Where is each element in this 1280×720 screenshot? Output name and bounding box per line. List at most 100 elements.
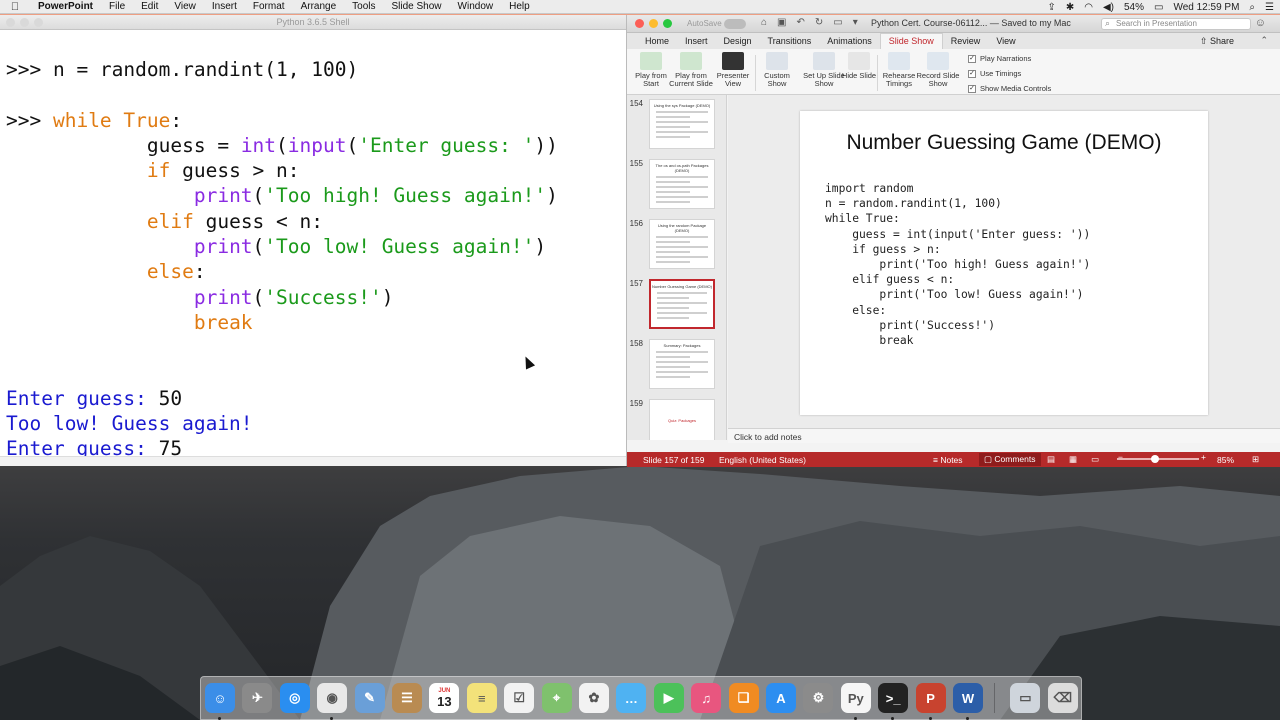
presenter-view-button[interactable]: Presenter View (711, 52, 755, 88)
menu-app-name[interactable]: PowerPoint (30, 1, 101, 12)
slide-thumbnails-pane[interactable]: 154 Using the sys Package (DEMO) 155 The os… (627, 95, 727, 440)
ibooks-icon[interactable]: ❏ (728, 683, 759, 713)
spotlight-icon[interactable]: ⌕ (1249, 2, 1255, 13)
zoom-slider-handle[interactable] (1150, 455, 1159, 463)
show-media-controls-checkbox[interactable]: ✓ Show Media Controls (968, 84, 1051, 93)
language-indicator[interactable]: English (United States) (719, 455, 806, 465)
notification-center-icon[interactable]: ☰ (1265, 2, 1274, 13)
fit-to-window-icon[interactable]: ⊞ (1252, 454, 1259, 465)
search-input[interactable]: Search in Presentation (1101, 18, 1251, 30)
notes-button[interactable]: ≡ Notes (933, 455, 963, 465)
play-from-start-button[interactable]: Play from Start (629, 52, 673, 88)
record-slide-show-button[interactable]: Record Slide Show (916, 52, 960, 88)
tab-design[interactable]: Design (716, 34, 760, 49)
normal-view-icon[interactable]: ▤ (1047, 454, 1055, 465)
slide-thumbnail-row[interactable]: 159 Quiz: Packages (627, 399, 726, 440)
tab-review[interactable]: Review (943, 34, 989, 49)
launchpad-icon[interactable]: ✈ (242, 683, 273, 713)
slide-sorter-icon[interactable]: ▦ (1069, 454, 1077, 465)
menu-arrange[interactable]: Arrange (293, 1, 345, 12)
reminders-icon[interactable]: ☑ (504, 683, 535, 713)
notes-pane[interactable]: Click to add notes (728, 428, 1280, 443)
custom-show-button[interactable]: Custom Show (755, 52, 799, 88)
feedback-smiley-icon[interactable]: ☺ (1255, 17, 1266, 29)
slide-editing-area[interactable]: Number Guessing Game (DEMO) import rando… (728, 95, 1280, 428)
save-icon[interactable]: ▣ (777, 17, 786, 28)
slide-thumbnail[interactable]: Using the random Package (DEMO) (649, 219, 715, 269)
battery-percent[interactable]: 54% (1124, 2, 1144, 13)
facetime-icon[interactable]: ▶ (653, 683, 684, 713)
rehearse-timings-button[interactable]: Rehearse Timings (877, 52, 921, 88)
system-preferences-icon[interactable]: ⚙ (803, 683, 834, 713)
menu-format[interactable]: Format (245, 1, 293, 12)
word-icon[interactable]: W (953, 683, 983, 713)
photos-icon[interactable]: ✿ (579, 683, 609, 713)
redo-icon[interactable]: ↻ (815, 17, 823, 28)
reading-view-icon[interactable]: ▭ (1091, 454, 1099, 465)
tab-transitions[interactable]: Transitions (760, 34, 820, 49)
shell-horizontal-scrollbar[interactable] (0, 456, 626, 466)
app-store-icon[interactable]: A (766, 683, 796, 713)
tab-animations[interactable]: Animations (819, 34, 880, 49)
preview-icon[interactable]: ✎ (354, 683, 385, 713)
current-slide[interactable]: Number Guessing Game (DEMO) import rando… (800, 111, 1208, 415)
safari-icon[interactable]: ◎ (279, 683, 310, 713)
undo-icon[interactable]: ↶ (797, 17, 805, 28)
zoom-percent[interactable]: 85% (1217, 455, 1234, 465)
slide-thumbnail-row[interactable]: 154 Using the sys Package (DEMO) (627, 99, 726, 151)
customize-icon[interactable]: ▾ (853, 17, 858, 28)
play-narrations-checkbox[interactable]: ✓ Play Narrations (968, 54, 1031, 63)
minimize-icon[interactable] (649, 19, 658, 28)
wifi-icon[interactable]: ◠ (1084, 2, 1093, 13)
slide-thumbnail-row[interactable]: 157 Number Guessing Game (DEMO) (627, 279, 726, 331)
share-button[interactable]: ⇧ Share (1200, 36, 1234, 47)
home-icon[interactable]: ⌂ (761, 17, 767, 28)
zoom-icon[interactable] (663, 19, 672, 28)
zoom-out-button[interactable]: − (1118, 452, 1123, 462)
battery-icon[interactable]: ▭ (1154, 2, 1163, 13)
powerpoint-icon[interactable]: P (915, 683, 946, 713)
notes-icon[interactable]: ≡ (466, 683, 497, 713)
slide-thumbnail[interactable]: Summary: Packages (649, 339, 715, 389)
bluetooth-icon[interactable]: ✱ (1066, 2, 1074, 13)
menu-clock[interactable]: Wed 12:59 PM (1173, 2, 1239, 13)
tab-slide-show[interactable]: Slide Show (879, 33, 943, 49)
menu-file[interactable]: File (101, 1, 133, 12)
terminal-icon[interactable]: >_ (878, 683, 909, 713)
shell-output[interactable]: >>> n = random.randint(1, 100) >>> while … (0, 30, 626, 462)
autosave-toggle[interactable] (724, 19, 746, 29)
upload-icon[interactable]: ⇪ (1047, 2, 1055, 13)
tab-insert[interactable]: Insert (677, 34, 716, 49)
menu-edit[interactable]: Edit (133, 1, 166, 12)
collapse-ribbon-icon[interactable]: ⌃ (1260, 35, 1268, 46)
chrome-icon[interactable]: ◉ (317, 683, 348, 713)
itunes-icon[interactable]: ♫ (691, 683, 722, 713)
slide-thumbnail[interactable]: The os and os.path Packages (DEMO) (649, 159, 715, 209)
menu-tools[interactable]: Tools (344, 1, 383, 12)
finder-icon[interactable]: ☺ (205, 683, 235, 713)
slide-title[interactable]: Number Guessing Game (DEMO) (800, 131, 1208, 155)
slideshow-icon[interactable]: ▭ (833, 17, 842, 28)
documents-folder-icon[interactable]: ▭ (1010, 683, 1041, 713)
tab-view[interactable]: View (988, 34, 1023, 49)
slide-code-block[interactable]: import random n = random.randint(1, 100) w… (825, 181, 1090, 348)
slide-thumbnail[interactable]: Quiz: Packages (649, 399, 715, 440)
trash-icon[interactable]: ⌫ (1047, 683, 1078, 713)
zoom-in-button[interactable]: + (1201, 452, 1206, 462)
menu-insert[interactable]: Insert (204, 1, 245, 12)
tab-home[interactable]: Home (637, 34, 677, 49)
menu-slide-show[interactable]: Slide Show (384, 1, 450, 12)
hide-slide-button[interactable]: Hide Slide (837, 52, 881, 80)
calendar-icon[interactable]: JUN 13 (429, 683, 460, 713)
contacts-icon[interactable]: ☰ (392, 683, 422, 713)
menu-window[interactable]: Window (450, 1, 502, 12)
comments-button[interactable]: ▢ Comments (979, 453, 1041, 466)
maps-icon[interactable]: ⌖ (541, 683, 572, 713)
menu-help[interactable]: Help (501, 1, 538, 12)
close-icon[interactable] (635, 19, 644, 28)
slide-thumbnail-row[interactable]: 155 The os and os.path Packages (DEMO) (627, 159, 726, 211)
volume-icon[interactable]: ◀) (1103, 2, 1114, 13)
menu-view[interactable]: View (166, 1, 204, 12)
slide-thumbnail-selected[interactable]: Number Guessing Game (DEMO) (649, 279, 715, 329)
messages-icon[interactable]: … (616, 683, 647, 713)
